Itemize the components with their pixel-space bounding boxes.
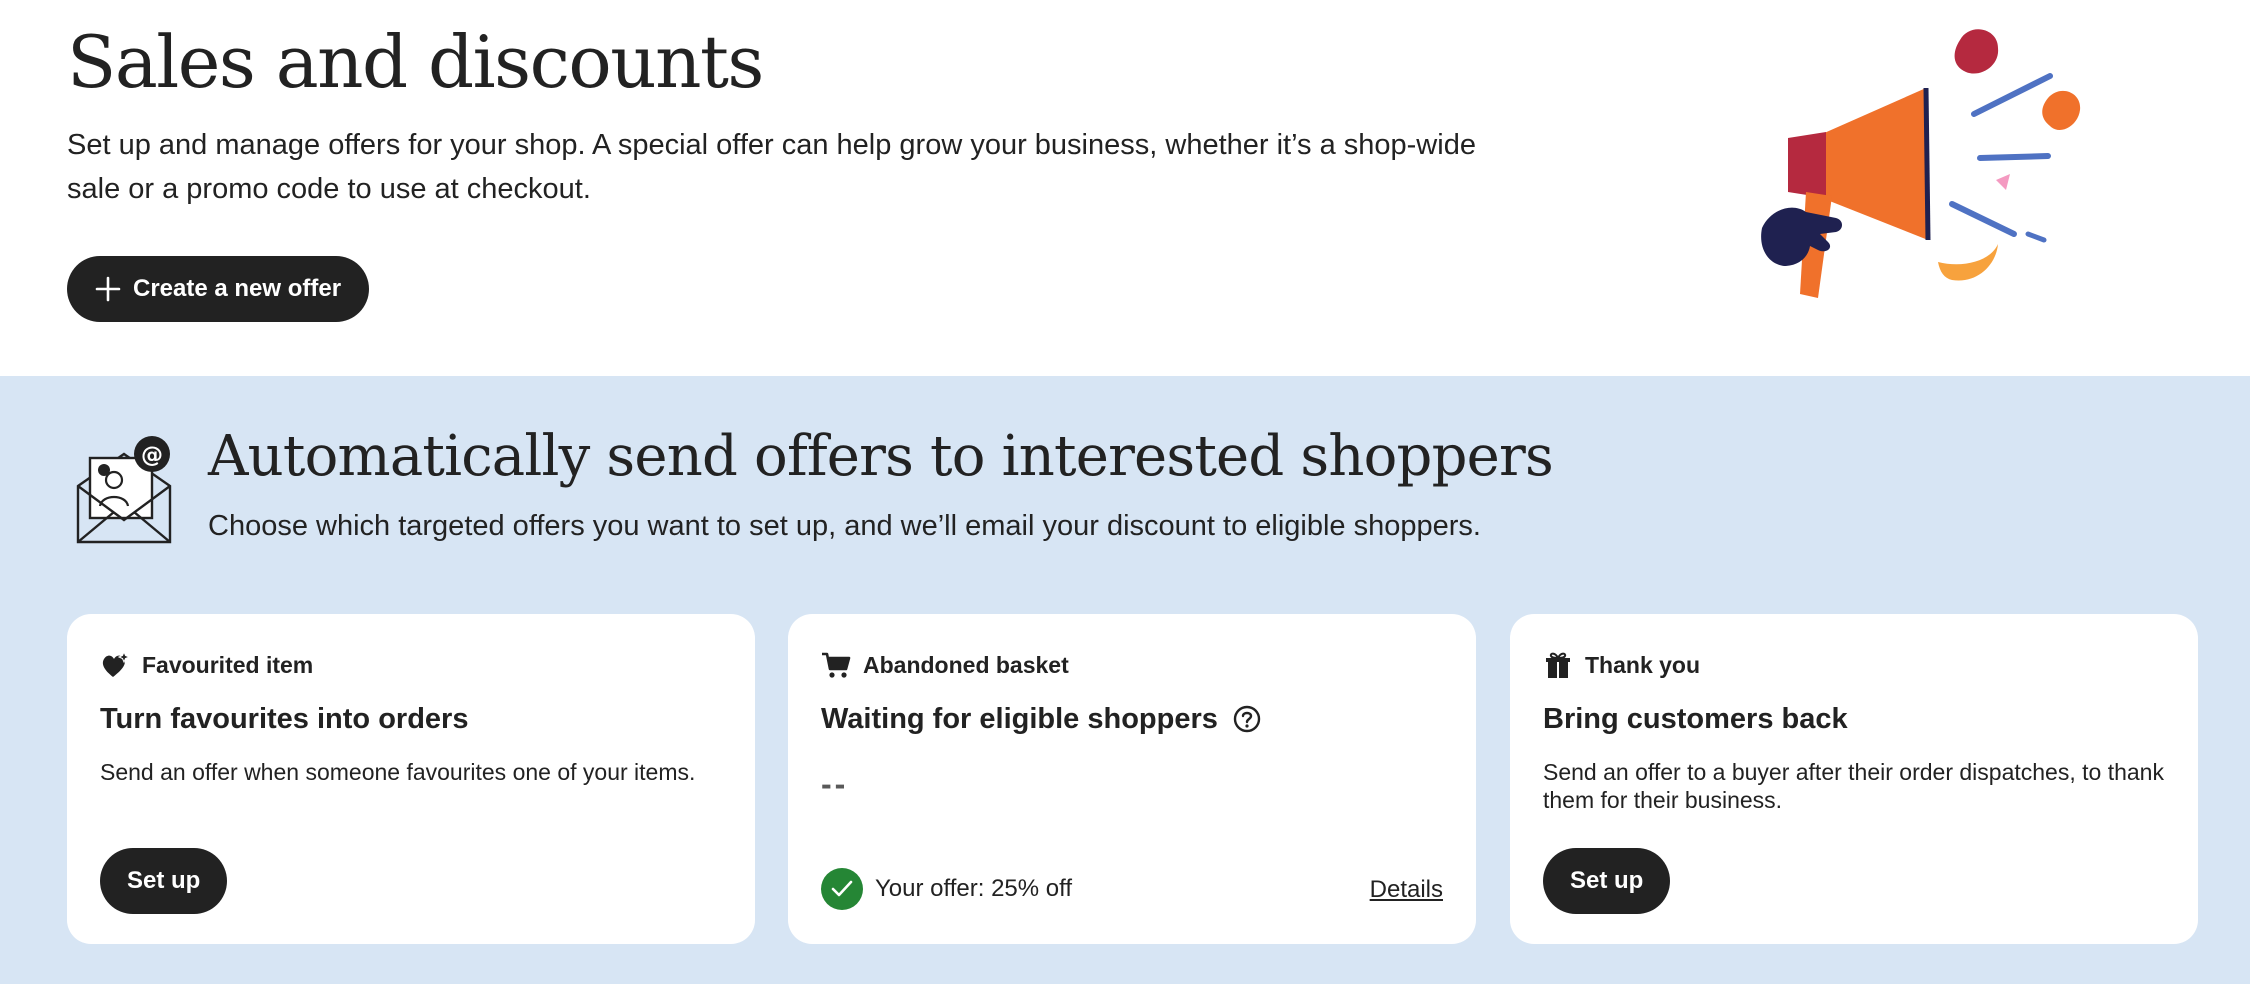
page-description: Set up and manage offers for your shop. … xyxy=(67,129,1476,205)
thank-you-setup-button[interactable]: Set up xyxy=(1543,848,1671,914)
card-kicker: Favourited item xyxy=(100,650,313,680)
page-header: Sales and discounts Set up and manage of… xyxy=(0,0,2250,376)
email-envelope-icon: @ xyxy=(76,436,172,544)
gift-icon xyxy=(1546,652,1570,678)
help-circle-icon[interactable] xyxy=(1232,704,1262,734)
favourited-item-card: Favourited item Turn favourites into ord… xyxy=(67,614,755,944)
targeted-offers-description: Choose which targeted offers you want to… xyxy=(208,510,1481,542)
create-new-offer-button[interactable]: Create a new offer xyxy=(67,256,370,322)
card-kicker: Abandoned basket xyxy=(821,650,1069,680)
offer-count-value: -- xyxy=(821,766,849,802)
card-kicker-label: Favourited item xyxy=(142,651,314,678)
card-title-text: Turn favourites into orders xyxy=(100,703,469,735)
details-link[interactable]: Details xyxy=(1370,876,1443,904)
targeted-offers-section: @ Automatically send offers to intereste… xyxy=(0,376,2250,984)
svg-text:@: @ xyxy=(141,443,163,468)
plus-icon xyxy=(95,276,121,302)
card-kicker-label: Thank you xyxy=(1585,651,1701,678)
thank-you-card: Thank you Bring customers back Send an o… xyxy=(1510,614,2198,944)
create-new-offer-label: Create a new offer xyxy=(133,275,342,302)
check-circle-icon xyxy=(821,868,863,910)
card-description: Send an offer to a buyer after their ord… xyxy=(1543,759,2164,813)
abandoned-basket-card: Abandoned basket Waiting for eligible sh… xyxy=(788,614,1476,944)
offer-status-text: Your offer: 25% off xyxy=(875,875,1073,902)
cart-icon xyxy=(822,652,851,678)
card-kicker: Thank you xyxy=(1543,650,1700,680)
megaphone-illustration-icon xyxy=(1761,29,2081,298)
card-title: Bring customers back xyxy=(1543,699,1848,739)
page-title: Sales and discounts xyxy=(67,20,764,104)
favourited-item-setup-button[interactable]: Set up xyxy=(100,848,228,914)
offer-status: Your offer: 25% off xyxy=(821,868,1072,910)
card-title: Turn favourites into orders xyxy=(100,699,468,739)
targeted-offers-title: Automatically send offers to interested … xyxy=(208,424,1554,489)
heart-sparkle-icon xyxy=(102,650,130,677)
card-description: Send an offer when someone favourites on… xyxy=(100,759,696,785)
card-title: Waiting for eligible shoppers xyxy=(821,699,1262,739)
card-title-text: Bring customers back xyxy=(1543,703,1848,735)
card-title-text: Waiting for eligible shoppers xyxy=(821,703,1218,735)
card-kicker-label: Abandoned basket xyxy=(863,651,1069,678)
